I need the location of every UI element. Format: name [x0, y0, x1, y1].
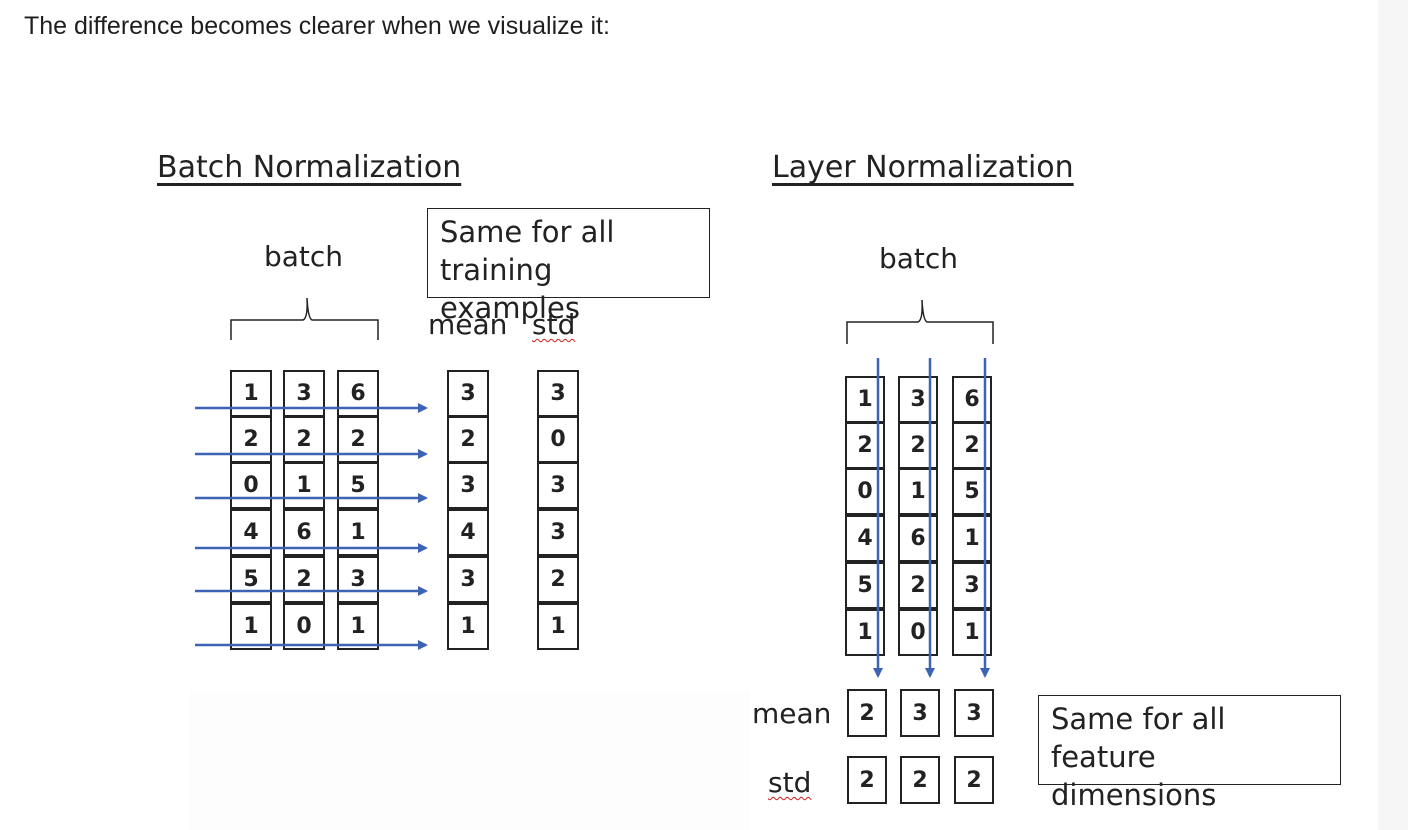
normalization-arrows — [195, 358, 990, 678]
